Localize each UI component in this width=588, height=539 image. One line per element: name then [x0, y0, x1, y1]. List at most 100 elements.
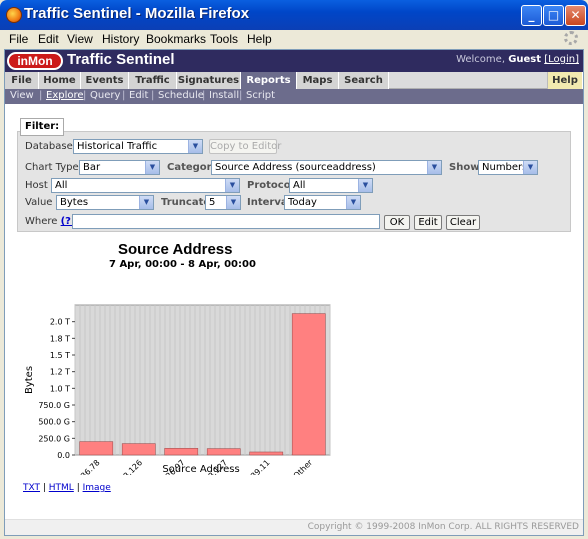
y-tick-label: 0.0 — [57, 451, 70, 460]
category-select[interactable]: Source Address (sourceaddress) ▼ — [211, 160, 442, 175]
bar — [164, 448, 199, 456]
where-label: Where (?) — [25, 216, 76, 227]
y-tick-label: 1.5 T — [50, 351, 70, 360]
window-title-bar: Traffic Sentinel - Mozilla Firefox _ □ ✕ — [0, 0, 588, 30]
database-select[interactable]: Historical Traffic ▼ — [73, 139, 203, 154]
tab-events[interactable]: Events — [81, 72, 129, 89]
export-links: TXT | HTML | Image — [23, 483, 111, 493]
ok-button[interactable]: OK — [384, 215, 410, 230]
tab-home[interactable]: Home — [39, 72, 81, 89]
user-name: Guest — [508, 54, 542, 65]
show-select[interactable]: Numbers ▼ — [478, 160, 538, 175]
show-label: Show — [449, 162, 480, 173]
firefox-icon — [6, 7, 22, 23]
copyright-text: Copyright © 1999-2008 InMon Corp. ALL RI… — [307, 522, 579, 532]
bar — [79, 441, 114, 456]
subtab-view[interactable]: View — [10, 89, 34, 103]
main-nav: File Home Events Traffic Signatures Repo… — [5, 72, 583, 89]
welcome-prefix: Welcome, — [456, 54, 505, 65]
menu-bookmarks[interactable]: Bookmarks — [146, 32, 206, 46]
subtab-schedule[interactable]: Schedule — [158, 89, 204, 103]
tab-reports[interactable]: Reports — [241, 72, 297, 89]
interval-select-value: Today — [288, 197, 317, 208]
y-tick-label: 2.0 T — [50, 318, 70, 327]
database-select-value: Historical Traffic — [77, 141, 158, 152]
protocol-select[interactable]: All ▼ — [289, 178, 373, 193]
truncate-select[interactable]: 5 ▼ — [205, 195, 241, 210]
image-link[interactable]: Image — [83, 483, 111, 493]
x-axis-label: Source Address — [162, 464, 239, 475]
y-tick-label: 1.8 T — [50, 334, 70, 343]
chart-type-select[interactable]: Bar ▼ — [79, 160, 160, 175]
chevron-down-icon: ▼ — [145, 161, 159, 174]
tab-file[interactable]: File — [5, 72, 39, 89]
inmon-logo: inMon — [7, 52, 63, 70]
value-select-value: Bytes — [60, 197, 89, 208]
login-link[interactable]: [Login] — [544, 54, 579, 65]
bar — [121, 443, 156, 456]
bar — [249, 451, 284, 456]
y-tick-label: 750.0 G — [38, 401, 70, 410]
bar-chart: 0.0 250.0 G 500.0 G 750.0 G 1.0 T 1.2 T 1.5 T 1… — [24, 304, 331, 475]
clear-button[interactable]: Clear — [446, 215, 480, 230]
tab-maps[interactable]: Maps — [297, 72, 339, 89]
host-select-value: All — [55, 180, 68, 191]
chart-title: Source Address — [118, 241, 233, 258]
tab-traffic[interactable]: Traffic — [129, 72, 177, 89]
y-axis-tick-labels: 0.0 250.0 G 500.0 G 750.0 G 1.0 T 1.2 T 1.5 T 1… — [38, 318, 75, 460]
truncate-select-value: 5 — [209, 197, 216, 208]
value-select[interactable]: Bytes ▼ — [56, 195, 154, 210]
chart-grid — [74, 304, 331, 456]
where-input[interactable] — [72, 214, 380, 229]
menu-file[interactable]: File — [9, 32, 28, 46]
maximize-icon[interactable]: □ — [543, 5, 564, 26]
tab-help[interactable]: Help — [547, 72, 583, 89]
subtab-edit[interactable]: Edit — [129, 89, 148, 103]
x-tick-label: 172.16.136.78 — [54, 458, 102, 475]
app-header: inMon Traffic Sentinel Welcome, Guest [L… — [5, 50, 583, 72]
tab-search[interactable]: Search — [339, 72, 389, 89]
menu-view[interactable]: View — [67, 32, 93, 46]
y-tick-label: 500.0 G — [38, 418, 70, 427]
subtab-explore[interactable]: Explore — [46, 89, 84, 103]
edit-button[interactable]: Edit — [414, 215, 442, 230]
chart-type-label: Chart Type — [25, 162, 79, 173]
tab-signatures[interactable]: Signatures — [177, 72, 241, 89]
window-title: Traffic Sentinel - Mozilla Firefox — [24, 5, 250, 22]
subnav-separator: | — [239, 90, 243, 101]
welcome-text: Welcome, Guest [Login] — [456, 54, 579, 65]
menu-history[interactable]: History — [102, 32, 139, 46]
menu-help[interactable]: Help — [247, 32, 272, 46]
html-link[interactable]: HTML — [49, 483, 74, 493]
close-icon[interactable]: ✕ — [565, 5, 586, 26]
y-tick-label: 1.0 T — [50, 384, 70, 393]
chevron-down-icon: ▼ — [226, 196, 240, 209]
y-tick-label: 1.2 T — [50, 368, 70, 377]
interval-select[interactable]: Today ▼ — [284, 195, 361, 210]
menu-edit[interactable]: Edit — [38, 32, 59, 46]
subnav-separator: | — [122, 90, 126, 101]
subtab-query[interactable]: Query — [90, 89, 120, 103]
subnav-separator: | — [83, 90, 87, 101]
host-select[interactable]: All ▼ — [51, 178, 240, 193]
subtab-install[interactable]: Install — [209, 89, 239, 103]
subnav-separator: | — [151, 90, 155, 101]
bar — [291, 313, 326, 456]
plot-area — [74, 304, 331, 456]
footer: Copyright © 1999-2008 InMon Corp. ALL RI… — [5, 519, 583, 535]
value-label: Value — [25, 197, 53, 208]
subnav-separator: | — [202, 90, 206, 101]
y-tick-label: 250.0 G — [38, 434, 70, 443]
browser-content: inMon Traffic Sentinel Welcome, Guest [L… — [4, 49, 584, 536]
filter-legend: Filter: — [20, 118, 65, 136]
app-title: Traffic Sentinel — [67, 51, 175, 68]
copy-to-editor-button[interactable]: Copy to Editor — [209, 139, 281, 154]
subtab-script[interactable]: Script — [246, 89, 275, 103]
chevron-down-icon: ▼ — [225, 179, 239, 192]
txt-link[interactable]: TXT — [23, 483, 40, 493]
minimize-icon[interactable]: _ — [521, 5, 542, 26]
sub-nav: View | Explore | Query | Edit | Schedule… — [5, 89, 583, 104]
menu-tools[interactable]: Tools — [210, 32, 238, 46]
x-tick-label: 172.16.238.126 — [93, 458, 144, 475]
database-label: Database — [25, 141, 73, 152]
